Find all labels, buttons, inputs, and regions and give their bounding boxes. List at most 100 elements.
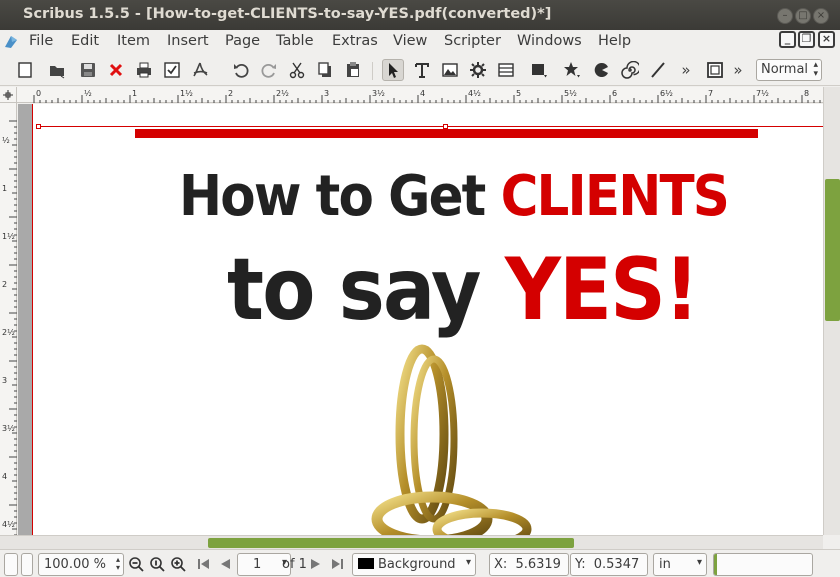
gold-rings-image [371, 344, 532, 535]
ruler-origin-corner[interactable] [0, 87, 17, 103]
horizontal-ruler-ticks: 0 ½ 1 1½ 2 2½ 3 3½ 4 4½ 5 5½ 6 6½ 7 7½ 8 [33, 89, 821, 103]
minimize-button[interactable]: – [777, 8, 793, 24]
x-value: 5.6319 [515, 557, 561, 572]
menu-file[interactable]: File [29, 33, 53, 49]
previous-page-icon[interactable] [216, 556, 234, 572]
preflight-checkbox-icon[interactable] [161, 59, 183, 81]
scribus-logo-icon [5, 36, 17, 48]
headline-line-1-red: CLIENTS [500, 164, 730, 229]
ruler-tick-label: 2½ [276, 89, 289, 98]
ruler-tick-label: 2 [2, 280, 7, 289]
vertical-scrollbar-thumb[interactable] [825, 179, 840, 321]
status-panel-left [4, 553, 18, 576]
zoom-value: 100.00 % [44, 557, 106, 572]
line-icon[interactable] [647, 59, 669, 81]
view-mode-select[interactable]: Normal ▴ ▾ [756, 59, 822, 81]
ruler-tick-label: 5 [516, 89, 521, 98]
spiral-icon[interactable] [619, 59, 641, 81]
horizontal-ruler[interactable]: 0 ½ 1 1½ 2 2½ 3 3½ 4 4½ 5 5½ 6 6½ 7 7½ 8 [17, 87, 823, 103]
menu-bar: File Edit Item Insert Page Table Extras … [0, 30, 840, 54]
cut-icon[interactable] [286, 59, 308, 81]
menu-view[interactable]: View [393, 33, 427, 49]
zoom-100-icon[interactable] [148, 556, 166, 572]
layer-color-swatch [358, 558, 374, 569]
first-page-icon[interactable] [195, 556, 213, 572]
export-pdf-icon[interactable] [189, 59, 211, 81]
frame-top-border [38, 126, 823, 127]
polygon-star-icon[interactable] [561, 59, 583, 81]
zoom-in-icon[interactable] [169, 556, 187, 572]
vertical-ruler-ticks: ½ 1 1½ 2 2½ 3 3½ 4 4½ [2, 120, 17, 536]
zoom-out-icon[interactable] [127, 556, 145, 572]
ruler-tick-label: 3 [2, 376, 7, 385]
ruler-tick-label: 6 [612, 89, 617, 98]
undo-icon[interactable] [230, 59, 252, 81]
menu-scripter[interactable]: Scripter [444, 33, 501, 49]
page-margin-left [32, 104, 33, 535]
ruler-tick-label: 3½ [2, 424, 15, 433]
mdi-restore-button[interactable]: ❐ [798, 31, 815, 48]
ruler-tick-label: 3½ [372, 89, 385, 98]
y-label: Y: [575, 557, 586, 572]
menu-item[interactable]: Item [117, 33, 150, 49]
menu-insert[interactable]: Insert [167, 33, 209, 49]
menu-edit[interactable]: Edit [71, 33, 99, 49]
spin-arrows-icon: ▴ ▾ [813, 60, 818, 79]
redo-icon[interactable] [258, 59, 280, 81]
last-page-icon[interactable] [328, 556, 346, 572]
frame-handle-left[interactable] [36, 124, 41, 129]
menu-windows[interactable]: Windows [517, 33, 582, 49]
image-frame-icon[interactable] [439, 59, 461, 81]
menu-help[interactable]: Help [598, 33, 631, 49]
ruler-tick-label: 1 [2, 184, 7, 193]
ruler-tick-label: 4 [2, 472, 7, 481]
new-document-icon[interactable] [14, 59, 36, 81]
layer-value: Background [378, 557, 456, 572]
y-coordinate-field: Y: 0.5347 [570, 553, 648, 576]
next-page-icon[interactable] [307, 556, 325, 572]
mdi-minimize-button[interactable]: _ [779, 31, 796, 48]
zoom-spin-icon[interactable]: ▴ ▾ [116, 556, 120, 572]
zoom-field[interactable]: 100.00 % ▴ ▾ [38, 553, 124, 576]
maximize-button[interactable]: □ [795, 8, 811, 24]
render-frame-gear-icon[interactable] [467, 59, 489, 81]
paste-icon[interactable] [342, 59, 364, 81]
print-icon[interactable] [133, 59, 155, 81]
ruler-tick-label: 4½ [2, 520, 15, 529]
headline-line-1: How to Get CLIENTS [179, 162, 730, 232]
save-icon[interactable] [77, 59, 99, 81]
unit-select[interactable]: in ▾ [653, 553, 707, 576]
select-arrow-icon[interactable] [382, 59, 404, 81]
ruler-tick-label: 1½ [180, 89, 193, 98]
layer-select[interactable]: Background ▾ [352, 553, 476, 576]
status-bar: 100.00 % ▴ ▾ 1 ▾ of 1 Background ▾ X: 5.6… [0, 549, 840, 577]
ruler-tick-label: ½ [2, 136, 10, 145]
preview-mode-icon[interactable] [704, 59, 726, 81]
toolbar-more-button-2[interactable]: » [727, 59, 749, 81]
menu-page[interactable]: Page [225, 33, 260, 49]
ruler-tick-label: 7 [708, 89, 713, 98]
y-value: 0.5347 [593, 557, 640, 572]
toolbar-more-button[interactable]: » [675, 59, 697, 81]
headline-line-2-red: YES! [504, 240, 700, 340]
text-frame-icon[interactable] [411, 59, 433, 81]
close-window-button[interactable]: × [813, 8, 829, 24]
shape-icon[interactable] [528, 59, 550, 81]
vertical-ruler[interactable]: ½ 1 1½ 2 2½ 3 3½ 4 4½ [0, 103, 17, 536]
document-page[interactable]: How to Get CLIENTS to say YES! [32, 104, 823, 535]
arc-icon[interactable] [591, 59, 613, 81]
headline-line-1-black: How to Get [179, 164, 501, 229]
vertical-scrollbar[interactable] [823, 87, 840, 535]
horizontal-scrollbar-thumb[interactable] [208, 538, 574, 548]
mdi-close-button[interactable]: × [818, 31, 835, 48]
menu-table[interactable]: Table [276, 33, 314, 49]
ruler-tick-label: 6½ [660, 89, 673, 98]
open-document-icon[interactable] [46, 59, 68, 81]
document-canvas[interactable]: How to Get CLIENTS to say YES! [18, 104, 823, 535]
table-icon[interactable] [495, 59, 517, 81]
copy-icon[interactable] [314, 59, 336, 81]
horizontal-scrollbar[interactable] [0, 535, 823, 549]
close-document-icon[interactable] [105, 59, 127, 81]
ruler-tick-label: 3 [324, 89, 329, 98]
menu-extras[interactable]: Extras [332, 33, 378, 49]
